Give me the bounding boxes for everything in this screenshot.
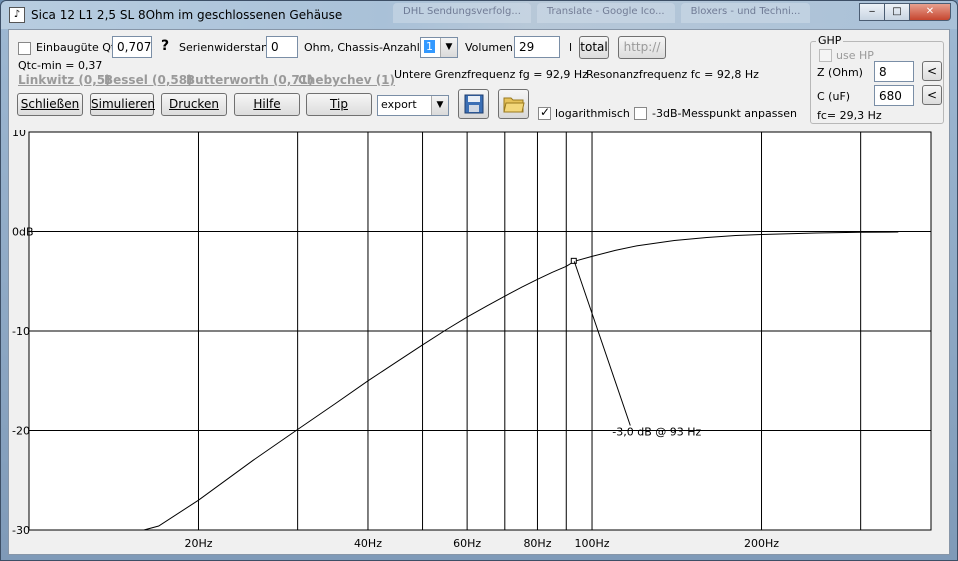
z-input[interactable]: 8 bbox=[874, 61, 914, 82]
ohm-chassis-label: Ohm, Chassis-Anzahl bbox=[304, 41, 420, 54]
logarithmisch-checkbox[interactable] bbox=[538, 105, 551, 120]
qtc-input[interactable]: 0,707 bbox=[112, 36, 152, 58]
use-hp-label: use HP bbox=[836, 49, 874, 62]
x-tick-label: 80Hz bbox=[523, 537, 551, 550]
simulieren-button[interactable]: Simulieren bbox=[90, 93, 155, 116]
resonanzfrequenz-text: Resonanzfrequenz fc = 92,8 Hz bbox=[586, 68, 759, 81]
title-bar[interactable]: ♪ Sica 12 L1 2,5 SL 8Ohm im geschlossene… bbox=[1, 1, 957, 29]
c-input[interactable]: 680 bbox=[874, 85, 914, 106]
x-tick-label: 40Hz bbox=[354, 537, 382, 550]
ghp-legend: GHP bbox=[816, 34, 844, 47]
export-select[interactable]: export ▼ bbox=[377, 95, 449, 116]
einbaugute-label: Einbaugüte Qtc bbox=[36, 41, 122, 54]
minimize-button[interactable]: ‒ bbox=[859, 3, 885, 21]
open-folder-icon[interactable] bbox=[498, 89, 529, 119]
volumen-unit: l bbox=[569, 41, 573, 54]
preset-chebychev[interactable]: Chebychev (1) bbox=[298, 73, 395, 87]
y-tick-label: 0dB bbox=[12, 226, 34, 239]
total-button[interactable]: total bbox=[579, 36, 609, 59]
volumen-input[interactable]: 29 bbox=[514, 36, 560, 58]
chassis-count-select[interactable]: 1 ▼ bbox=[420, 37, 458, 58]
y-tick-label: 10 bbox=[12, 130, 26, 139]
serienwiderstand-label: Serienwiderstand bbox=[179, 41, 276, 54]
qtc-min-text: Qtc-min = 0,37 bbox=[18, 59, 103, 72]
logarithmisch-label: logarithmisch bbox=[555, 107, 630, 120]
background-tab: Translate - Google Ico... bbox=[536, 3, 675, 23]
preset-butterworth[interactable]: Butterworth (0,71) bbox=[186, 73, 314, 87]
export-value: export bbox=[381, 98, 417, 111]
app-window: ♪ Sica 12 L1 2,5 SL 8Ohm im geschlossene… bbox=[0, 0, 958, 561]
serienwiderstand-input[interactable]: 0 bbox=[266, 36, 298, 58]
background-tab: Bloxers - und Techni... bbox=[680, 3, 811, 23]
close-button[interactable]: ✕ bbox=[909, 3, 951, 21]
c-label: C (uF) bbox=[817, 90, 851, 103]
chart-svg: 10 0dB -10 -20 -30 20Hz 40Hz 60Hz 80Hz 100Hz 200Hz… bbox=[12, 126, 932, 550]
ghp-fc-text: fc= 29,3 Hz bbox=[817, 109, 882, 122]
x-tick-label: 60Hz bbox=[453, 537, 481, 550]
messpunkt-label: -3dB-Messpunkt anpassen bbox=[652, 107, 797, 120]
use-hp-checkbox[interactable] bbox=[819, 49, 832, 62]
chevron-down-icon[interactable]: ▼ bbox=[431, 96, 448, 115]
schliessen-button[interactable]: Schließen bbox=[17, 93, 83, 116]
x-tick-label: 20Hz bbox=[184, 537, 212, 550]
annotation-label: -3,0 dB @ 93 Hz bbox=[612, 426, 701, 439]
y-tick-label: -30 bbox=[12, 524, 30, 537]
chassis-count-value: 1 bbox=[424, 40, 435, 53]
marker-point bbox=[570, 257, 577, 264]
speaker-app-icon: ♪ bbox=[9, 7, 25, 23]
z-label: Z (Ohm) bbox=[817, 66, 863, 79]
background-tab: DHL Sendungsverfolg... bbox=[393, 3, 531, 23]
maximize-button[interactable]: □ bbox=[884, 3, 910, 21]
y-tick-label: -20 bbox=[12, 425, 30, 438]
background-tabs: DHL Sendungsverfolg... Translate - Googl… bbox=[393, 3, 811, 23]
tip-button[interactable]: Tip bbox=[306, 93, 372, 116]
einbaugute-checkbox[interactable] bbox=[18, 42, 31, 55]
main-panel: Einbaugüte Qtc 0,707 ? Serienwiderstand … bbox=[8, 29, 950, 555]
x-tick-label: 200Hz bbox=[744, 537, 779, 550]
preset-linkwitz[interactable]: Linkwitz (0,5) bbox=[18, 73, 111, 87]
x-tick-label: 100Hz bbox=[575, 537, 610, 550]
messpunkt-checkbox[interactable] bbox=[634, 107, 647, 120]
save-icon[interactable] bbox=[458, 89, 489, 119]
y-tick-label: -10 bbox=[12, 325, 30, 338]
preset-bessel[interactable]: Bessel (0,58) bbox=[104, 73, 193, 87]
help-mark[interactable]: ? bbox=[161, 38, 169, 54]
volumen-label: Volumen bbox=[465, 41, 513, 54]
drucken-button[interactable]: Drucken bbox=[161, 93, 227, 116]
grenzfrequenz-text: Untere Grenzfrequenz fg = 92,9 Hz bbox=[394, 68, 588, 81]
chevron-down-icon[interactable]: ▼ bbox=[440, 38, 457, 57]
ghp-groupbox: GHP use HP Z (Ohm) 8 < C (uF) 680 < fc= … bbox=[810, 34, 944, 124]
http-button[interactable]: http:// bbox=[618, 36, 666, 59]
hilfe-button[interactable]: Hilfe bbox=[234, 93, 300, 116]
frequency-response-chart: 10 0dB -10 -20 -30 20Hz 40Hz 60Hz 80Hz 100Hz 200Hz… bbox=[9, 126, 951, 556]
z-arrow-button[interactable]: < bbox=[922, 61, 942, 81]
window-title: Sica 12 L1 2,5 SL 8Ohm im geschlossenen … bbox=[31, 8, 343, 22]
c-arrow-button[interactable]: < bbox=[922, 85, 942, 105]
